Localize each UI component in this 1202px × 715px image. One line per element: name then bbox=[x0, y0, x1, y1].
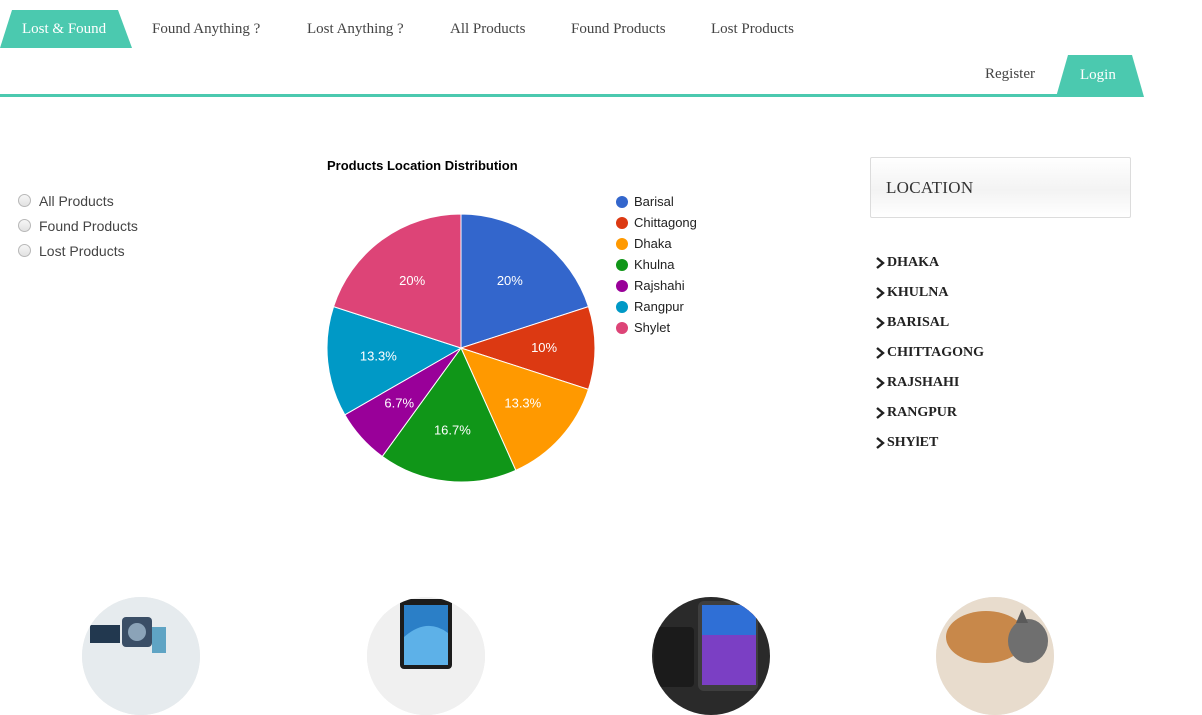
location-label: RANGPUR bbox=[887, 405, 957, 420]
tablet-product-image[interactable] bbox=[367, 597, 485, 715]
legend-swatch bbox=[616, 321, 628, 334]
legend-label: Shylet bbox=[634, 320, 671, 335]
camera-product-image[interactable] bbox=[82, 597, 200, 715]
legend-swatch bbox=[616, 279, 628, 292]
chart-legend: Barisal Chittagong Dhaka Khulna Rajshahi Rang… bbox=[616, 191, 697, 338]
nav-lost-products[interactable]: Lost Products bbox=[711, 21, 794, 38]
radio-button[interactable] bbox=[18, 219, 31, 232]
legend-item-barisal[interactable]: Barisal bbox=[616, 191, 697, 212]
location-item-chittagong[interactable]: CHITTAGONG bbox=[874, 338, 984, 368]
legend-swatch bbox=[616, 195, 628, 208]
nav-all-products[interactable]: All Products bbox=[450, 21, 525, 38]
location-label: DHAKA bbox=[887, 255, 940, 270]
location-item-rangpur[interactable]: RANGPUR bbox=[874, 398, 984, 428]
legend-label: Dhaka bbox=[634, 236, 672, 251]
legend-item-chittagong[interactable]: Chittagong bbox=[616, 212, 697, 233]
filter-all-products[interactable]: All Products bbox=[18, 188, 138, 213]
smartphone-image bbox=[652, 597, 770, 715]
chevron-right-icon bbox=[876, 437, 885, 449]
location-item-khulna[interactable]: KHULNA bbox=[874, 278, 984, 308]
nav-underline bbox=[0, 94, 1140, 97]
location-header-box: LOCATION bbox=[870, 157, 1131, 218]
location-label: BARISAL bbox=[887, 315, 950, 330]
legend-item-rangpur[interactable]: Rangpur bbox=[616, 296, 697, 317]
location-label: RAJSHAHI bbox=[887, 375, 960, 390]
legend-label: Barisal bbox=[634, 194, 674, 209]
login-label: Login bbox=[1080, 67, 1116, 83]
legend-label: Rajshahi bbox=[634, 278, 685, 293]
brand-tab[interactable]: Lost & Found bbox=[0, 10, 132, 48]
pie-label-shylet: 20% bbox=[399, 273, 425, 288]
legend-item-shylet[interactable]: Shylet bbox=[616, 317, 697, 338]
legend-label: Rangpur bbox=[634, 299, 684, 314]
login-button[interactable]: Login bbox=[1056, 55, 1144, 97]
legend-item-dhaka[interactable]: Dhaka bbox=[616, 233, 697, 254]
camera-image bbox=[82, 597, 200, 715]
pie-chart: 20% 10% 13.3% 16.7% 6.7% 13.3% 20% bbox=[326, 213, 596, 483]
location-label: SHYlET bbox=[887, 435, 939, 450]
pie-label-chittagong: 10% bbox=[531, 340, 557, 355]
chevron-right-icon bbox=[876, 347, 885, 359]
pie-label-khulna: 16.7% bbox=[434, 423, 471, 438]
location-item-shylet[interactable]: SHYlET bbox=[874, 428, 984, 458]
smartphone-product-image[interactable] bbox=[652, 597, 770, 715]
location-item-barisal[interactable]: BARISAL bbox=[874, 308, 984, 338]
tablet-image bbox=[367, 597, 485, 715]
top-navigation: Lost & Found Found Anything ? Lost Anyth… bbox=[0, 0, 1202, 98]
cat-image bbox=[936, 597, 1054, 715]
location-item-rajshahi[interactable]: RAJSHAHI bbox=[874, 368, 984, 398]
radio-button[interactable] bbox=[18, 194, 31, 207]
product-filter-group: All Products Found Products Lost Product… bbox=[18, 188, 138, 263]
pie-label-dhaka: 13.3% bbox=[504, 396, 541, 411]
pie-label-rajshahi: 6.7% bbox=[384, 396, 414, 411]
chevron-right-icon bbox=[876, 287, 885, 299]
nav-lost-anything[interactable]: Lost Anything ? bbox=[307, 21, 404, 38]
location-label: CHITTAGONG bbox=[887, 345, 984, 360]
location-title: LOCATION bbox=[886, 178, 974, 197]
legend-swatch bbox=[616, 216, 628, 229]
legend-swatch bbox=[616, 237, 628, 250]
filter-label: Lost Products bbox=[39, 242, 125, 259]
pie-label-rangpur: 13.3% bbox=[360, 349, 397, 364]
filter-label: Found Products bbox=[39, 217, 138, 234]
legend-swatch bbox=[616, 300, 628, 313]
filter-lost-products[interactable]: Lost Products bbox=[18, 238, 138, 263]
legend-swatch bbox=[616, 258, 628, 271]
legend-label: Khulna bbox=[634, 257, 675, 272]
brand-label: Lost & Found bbox=[22, 21, 107, 37]
nav-found-anything[interactable]: Found Anything ? bbox=[152, 21, 260, 38]
legend-label: Chittagong bbox=[634, 215, 697, 230]
filter-found-products[interactable]: Found Products bbox=[18, 213, 138, 238]
legend-item-rajshahi[interactable]: Rajshahi bbox=[616, 275, 697, 296]
location-list: DHAKA KHULNA BARISAL CHITTAGONG RAJSHAHI RANG… bbox=[874, 248, 984, 458]
register-link[interactable]: Register bbox=[985, 66, 1035, 83]
chart-title: Products Location Distribution bbox=[327, 158, 518, 173]
cat-product-image[interactable] bbox=[936, 597, 1054, 715]
radio-button[interactable] bbox=[18, 244, 31, 257]
location-item-dhaka[interactable]: DHAKA bbox=[874, 248, 984, 278]
chevron-right-icon bbox=[876, 407, 885, 419]
filter-label: All Products bbox=[39, 192, 114, 209]
nav-found-products[interactable]: Found Products bbox=[571, 21, 666, 38]
location-label: KHULNA bbox=[887, 285, 949, 300]
pie-label-barisal: 20% bbox=[497, 273, 523, 288]
chevron-right-icon bbox=[876, 377, 885, 389]
chevron-right-icon bbox=[876, 317, 885, 329]
legend-item-khulna[interactable]: Khulna bbox=[616, 254, 697, 275]
chevron-right-icon bbox=[876, 257, 885, 269]
